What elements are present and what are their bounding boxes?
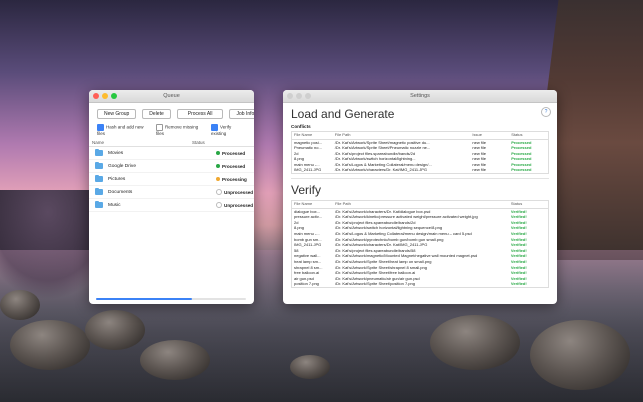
zoom-window-button[interactable] [111, 93, 117, 99]
verify-heading: Verify [291, 183, 322, 198]
checkbox-checked[interactable] [211, 124, 219, 131]
checkbox-checked[interactable] [97, 124, 104, 131]
wallpaper-rock [0, 290, 40, 320]
column-header-status[interactable]: Status [509, 201, 548, 208]
queue-row-documents[interactable]: Documents Unprocessed [89, 186, 254, 199]
status-dot-icon [216, 177, 220, 181]
queue-row-google-drive[interactable]: Google Drive Processed [89, 160, 254, 173]
close-window-button[interactable] [93, 93, 99, 99]
status-dot-icon [216, 151, 220, 155]
queue-item-name: Google Drive [108, 163, 136, 169]
queue-item-status: Unprocessed [224, 202, 254, 208]
zoom-window-button[interactable] [305, 93, 311, 99]
conflict-row[interactable]: IMG_2411.JPG/Dr. Kat's/Artwork/character… [292, 167, 548, 173]
process-all-button[interactable]: Process All [176, 109, 224, 119]
column-header-file-path[interactable]: File Path [333, 201, 509, 208]
job-info-button[interactable]: Job Info [229, 109, 254, 119]
queue-row-pictures[interactable]: Pictures Processing [89, 173, 254, 186]
queue-row-movies[interactable]: Movies Processed [89, 147, 254, 160]
verify-table: File Name File Path Status dialogue box.… [291, 200, 549, 288]
wallpaper-rock [430, 315, 520, 370]
queue-item-name: Movies [108, 150, 124, 156]
queue-list: Movies Processed Google Drive Processed … [89, 147, 254, 212]
verify-existing-option[interactable]: Verify existing [211, 124, 246, 136]
checkbox-unchecked[interactable] [156, 124, 164, 131]
minimize-window-button[interactable] [296, 93, 302, 99]
wallpaper-rock [140, 340, 210, 380]
load-generate-heading: Load and Generate [291, 107, 395, 121]
verify-table-header: File Name File Path Status [292, 201, 548, 209]
queue-item-name: Music [108, 202, 121, 208]
wallpaper-rock [290, 355, 330, 379]
folder-icon [95, 174, 103, 182]
status-dot-icon [216, 202, 222, 208]
minimize-window-button[interactable] [102, 93, 108, 99]
conflicts-subheading: Conflicts [291, 124, 311, 129]
file-path-cell: /Dr. Kat's/Artwork/Sprite Sheet/position… [335, 281, 415, 287]
wallpaper-rock [10, 320, 90, 370]
queue-item-status: Processed [222, 163, 246, 169]
column-header-file-name[interactable]: File Name [292, 201, 333, 208]
column-header-issue[interactable]: Issue [470, 132, 509, 139]
status-cell: Verified! [510, 281, 527, 287]
column-header-file-name[interactable]: File Name [292, 132, 333, 139]
status-cell: Processed [511, 167, 532, 173]
hash-new-files-option[interactable]: Hash and add new files [97, 124, 150, 136]
settings-titlebar[interactable]: Settings [283, 90, 557, 103]
folder-icon [95, 187, 103, 195]
conflicts-table: File Name File Path Issue Status magneti… [291, 131, 549, 175]
queue-item-status: Processed [222, 150, 246, 156]
issue-cell: new file [472, 167, 486, 173]
new-group-button[interactable]: New Group [97, 109, 137, 119]
file-name-cell: position 7.png [294, 281, 319, 287]
queue-item-status: Processing [222, 176, 247, 182]
folder-icon [95, 200, 103, 208]
wallpaper-rock [530, 320, 630, 390]
status-dot-icon [216, 189, 222, 195]
column-header-file-path[interactable]: File Path [333, 132, 471, 139]
verify-rows: dialogue box.../Dr. Kat's/Artwork/charac… [292, 209, 548, 287]
queue-item-name: Documents [108, 189, 133, 195]
column-header-name[interactable]: Name [92, 140, 192, 145]
column-header-status[interactable]: Status [509, 132, 548, 139]
column-header-status[interactable]: Status [192, 140, 205, 145]
settings-window-title: Settings [410, 93, 430, 99]
queue-toolbar: New Group Delete Process All Job Info ? [89, 103, 254, 121]
queue-item-status: Unprocessed [224, 189, 254, 195]
queue-table-header: Name Status [89, 139, 254, 147]
settings-window: Settings ? Load and Generate Conflicts F… [283, 90, 557, 304]
file-name-cell: IMG_2411.JPG [294, 167, 322, 173]
conflicts-table-header: File Name File Path Issue Status [292, 132, 548, 140]
conflicts-rows: magnetic posi.../Dr. Kat's/Artwork/Sprit… [292, 140, 548, 174]
delete-button[interactable]: Delete [142, 109, 171, 119]
queue-item-name: Pictures [108, 176, 126, 182]
close-window-button[interactable] [287, 93, 293, 99]
settings-help-button[interactable]: ? [541, 107, 551, 117]
queue-window: Queue New Group Delete Process All Job I… [89, 90, 254, 304]
progress-fill [96, 298, 192, 300]
verify-row[interactable]: position 7.png/Dr. Kat's/Artwork/Sprite … [292, 281, 548, 287]
queue-options: Hash and add new files Remove missing fi… [89, 121, 254, 139]
remove-missing-files-option[interactable]: Remove missing files [156, 124, 205, 136]
wallpaper-rock [85, 310, 145, 350]
queue-row-music[interactable]: Music Unprocessed [89, 199, 254, 212]
folder-icon [95, 148, 103, 156]
queue-titlebar[interactable]: Queue [89, 90, 254, 103]
queue-progress-bar [96, 298, 246, 300]
file-path-cell: /Dr. Kat's/Artwork/characters/Dr. Kat/IM… [334, 167, 428, 173]
folder-icon [95, 161, 103, 169]
status-dot-icon [216, 164, 220, 168]
